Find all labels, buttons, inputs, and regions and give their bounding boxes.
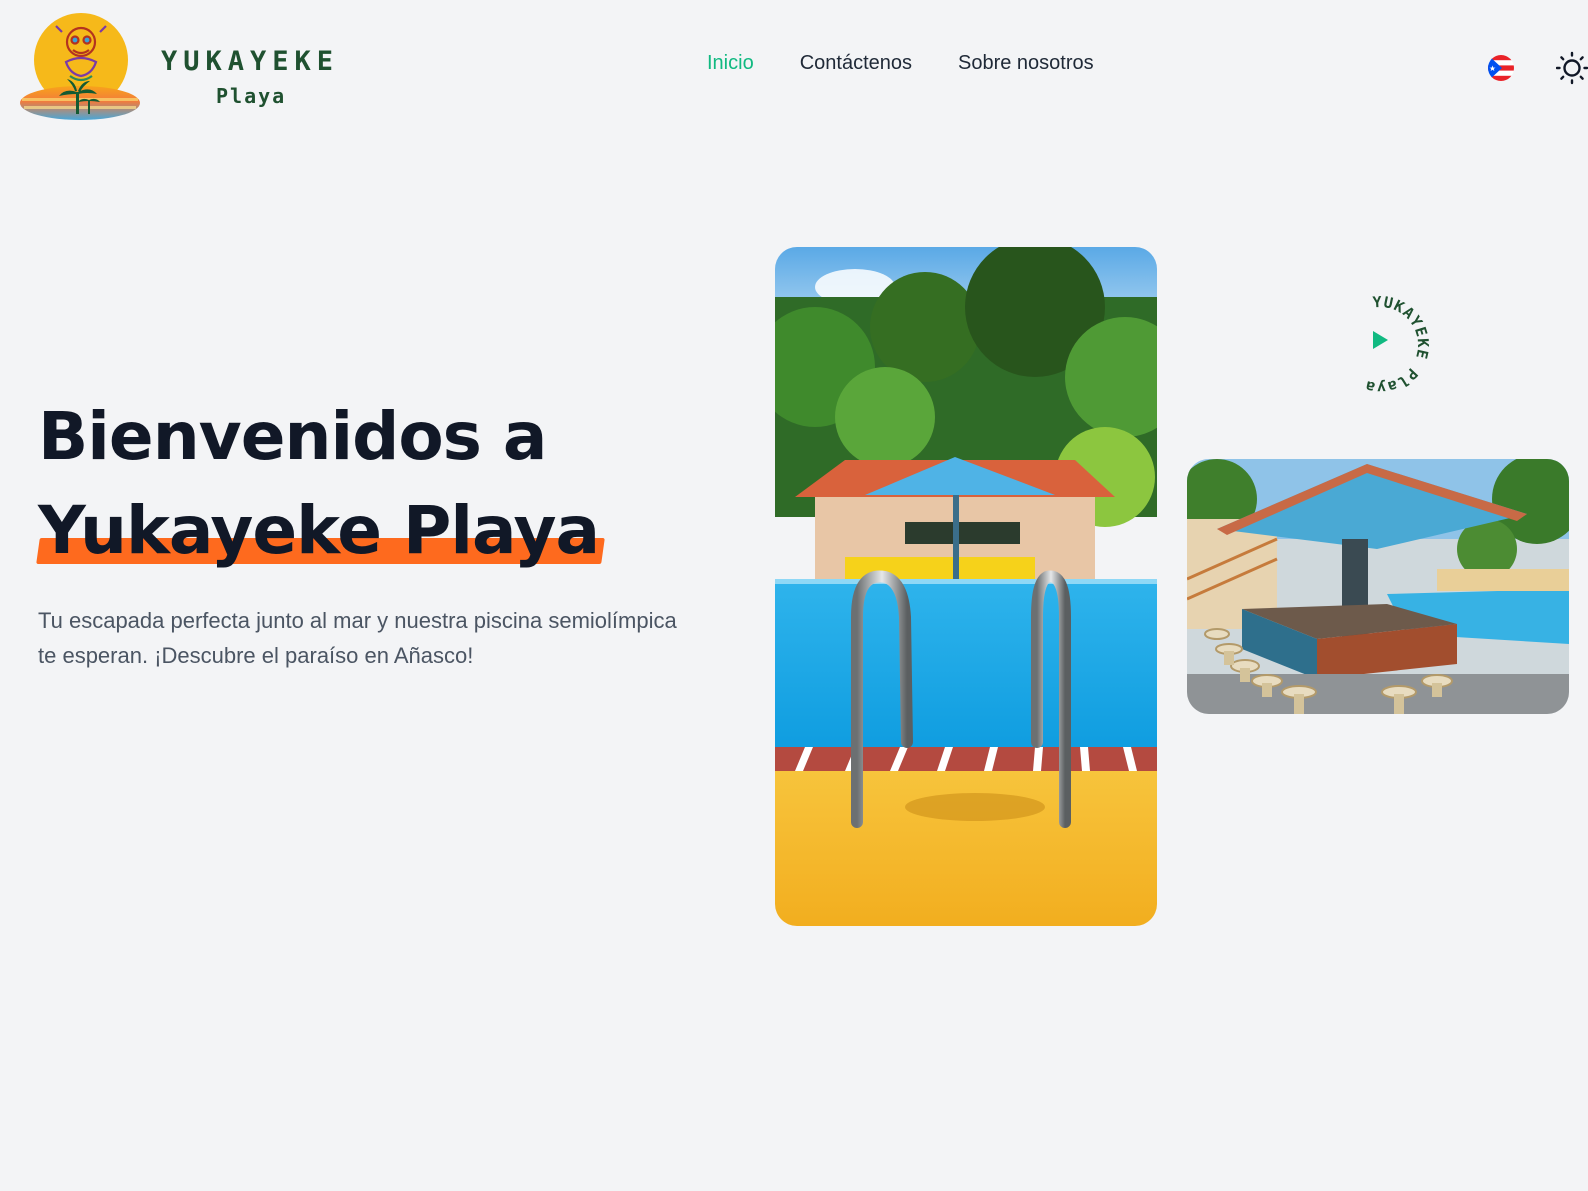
badge-graphic: YUKAYEKE Playa <box>1363 293 1431 397</box>
sun-icon <box>1555 51 1588 85</box>
hero-title-line-1: Bienvenidos a <box>38 398 547 475</box>
main-nav: Inicio Contáctenos Sobre nosotros <box>707 52 1140 75</box>
nav-link-inicio[interactable]: Inicio <box>707 52 754 75</box>
badge-text: YUKAYEKE Playa <box>1363 293 1431 397</box>
nav-link-sobre-nosotros[interactable]: Sobre nosotros <box>958 52 1094 75</box>
pool-bar-image <box>1187 459 1569 714</box>
nav-link-contactenos[interactable]: Contáctenos <box>800 52 912 75</box>
video-play-badge[interactable]: YUKAYEKE Playa <box>1330 293 1431 397</box>
svg-text:YUKAYEKE Playa: YUKAYEKE Playa <box>1363 295 1430 395</box>
hero-title: Bienvenidos a Yukayeke Playa <box>38 390 600 578</box>
pool-ladder-image <box>775 247 1157 926</box>
puerto-rico-flag-icon <box>1488 55 1514 81</box>
logo-link[interactable]: YUKAYEKE Playa <box>18 10 333 122</box>
play-icon <box>1373 331 1388 349</box>
pool-bar-photo <box>1187 459 1569 714</box>
taino-sun-logo-icon <box>20 13 140 120</box>
theme-toggle-button[interactable] <box>1555 50 1588 86</box>
hero-subtitle: Tu escapada perfecta junto al mar y nues… <box>38 608 677 668</box>
hero-title-highlight: Yukayeke Playa <box>38 484 600 578</box>
logo-text-secondary: Playa <box>216 84 287 108</box>
language-selector[interactable] <box>1488 55 1514 81</box>
logo-text-primary: YUKAYEKE <box>161 46 340 77</box>
pool-ladder-photo <box>775 247 1157 926</box>
